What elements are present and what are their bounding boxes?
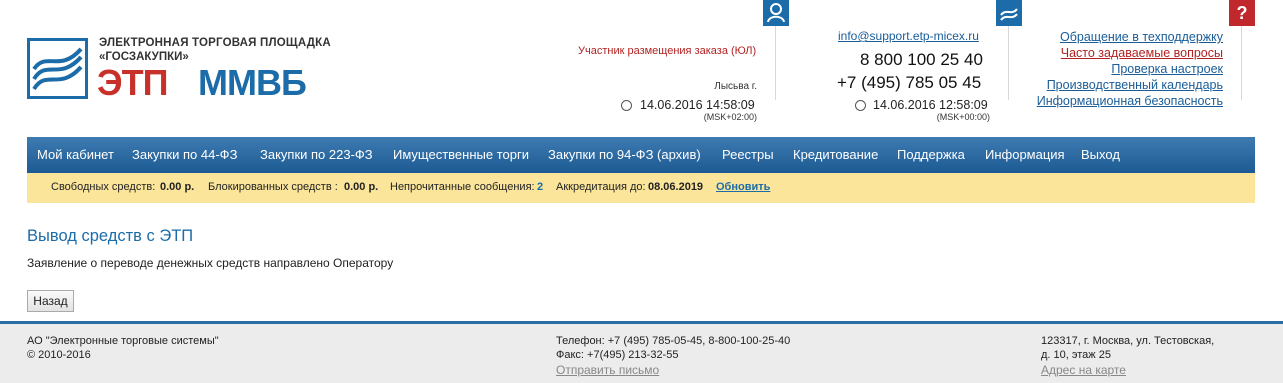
free-funds-label: Свободных средств: xyxy=(51,181,156,193)
unread-messages-value[interactable]: 2 xyxy=(537,181,543,193)
support-email-link[interactable]: info@support.etp-micex.ru xyxy=(838,29,979,43)
accreditation-value: 08.06.2019 xyxy=(648,181,704,193)
logo-waves-icon xyxy=(32,47,83,91)
user-icon[interactable] xyxy=(763,0,789,26)
divider xyxy=(1241,26,1242,100)
logo-mmvb: ММВБ xyxy=(198,62,307,103)
status-message: Заявление о переводе денежных средств на… xyxy=(27,256,394,270)
footer-copyright: © 2010-2016 xyxy=(27,349,91,361)
footer-address-2: д. 10, этаж 25 xyxy=(1041,349,1111,361)
menu-item-223fz[interactable]: Закупки по 223-ФЗ xyxy=(260,147,373,162)
logo-line1: ЭЛЕКТРОННАЯ ТОРГОВАЯ ПЛОЩАДКА xyxy=(99,37,331,49)
account-infobar: Свободных средств: 0.00 р. Блокированных… xyxy=(27,173,1255,203)
blocked-funds-label: Блокированных средств : xyxy=(208,181,338,193)
menu-item-registers[interactable]: Реестры xyxy=(722,147,774,162)
divider xyxy=(775,26,776,100)
support-phone-2: +7 (495) 785 05 45 xyxy=(837,73,982,92)
help-link-settings-check[interactable]: Проверка настроек xyxy=(1000,62,1223,76)
page-title: Вывод средств с ЭТП xyxy=(27,227,194,245)
menu-item-94fz[interactable]: Закупки по 94-ФЗ (архив) xyxy=(548,147,701,162)
footer-address-1: 123317, г. Москва, ул. Тестовская, xyxy=(1041,335,1215,347)
support-logo-icon[interactable] xyxy=(996,0,1022,26)
menu-item-property[interactable]: Имущественные торги xyxy=(393,147,529,162)
footer-map-link[interactable]: Адрес на карте xyxy=(1041,363,1126,377)
blocked-funds-value: 0.00 р. xyxy=(344,181,379,193)
help-icon[interactable]: ? xyxy=(1229,0,1255,26)
user-timezone: (MSK+02:00) xyxy=(703,112,757,122)
menu-item-44fz[interactable]: Закупки по 44-ФЗ xyxy=(132,147,237,162)
logo-mark[interactable] xyxy=(27,38,88,99)
footer-company: АО "Электронные торговые системы" xyxy=(27,335,219,347)
menu-item-cabinet[interactable]: Мой кабинет xyxy=(37,147,114,162)
main-menu: Мой кабинет Закупки по 44-ФЗ Закупки по … xyxy=(27,137,1255,173)
accreditation-label: Аккредитация до: xyxy=(556,181,646,193)
footer: АО "Электронные торговые системы" © 2010… xyxy=(0,321,1283,383)
footer-fax: Факс: +7(495) 213-32-55 xyxy=(556,349,679,361)
back-button[interactable]: Назад xyxy=(27,290,74,312)
unread-messages-label: Непрочитанные сообщения: xyxy=(390,181,535,193)
refresh-link[interactable]: Обновить xyxy=(716,181,770,193)
help-link-security[interactable]: Информационная безопасность xyxy=(1000,94,1223,108)
clock-icon xyxy=(855,100,866,111)
clock-icon xyxy=(621,100,632,111)
menu-item-info[interactable]: Информация xyxy=(985,147,1065,162)
user-role: Участник размещения заказа (ЮЛ) xyxy=(578,45,757,57)
menu-item-logout[interactable]: Выход xyxy=(1081,147,1120,162)
menu-item-support[interactable]: Поддержка xyxy=(897,147,965,162)
footer-phone: Телефон: +7 (495) 785-05-45, 8-800-100-2… xyxy=(556,335,791,347)
help-link-faq[interactable]: Часто задаваемые вопросы xyxy=(1000,46,1223,60)
help-link-techsupport[interactable]: Обращение в техподдержку xyxy=(1000,30,1223,44)
support-timezone: (MSK+00:00) xyxy=(936,112,990,122)
footer-send-mail-link[interactable]: Отправить письмо xyxy=(556,363,659,377)
logo-etp: ЭТП xyxy=(97,62,168,103)
user-datetime: 14.06.2016 14:58:09 xyxy=(640,98,755,112)
free-funds-value: 0.00 р. xyxy=(160,181,195,193)
support-datetime: 14.06.2016 12:58:09 xyxy=(873,98,988,112)
help-link-calendar[interactable]: Производственный календарь xyxy=(1000,78,1223,92)
menu-item-credit[interactable]: Кредитование xyxy=(793,147,878,162)
support-phone-1: 8 800 100 25 40 xyxy=(860,50,983,69)
user-city: Лысьва г. xyxy=(714,81,757,92)
